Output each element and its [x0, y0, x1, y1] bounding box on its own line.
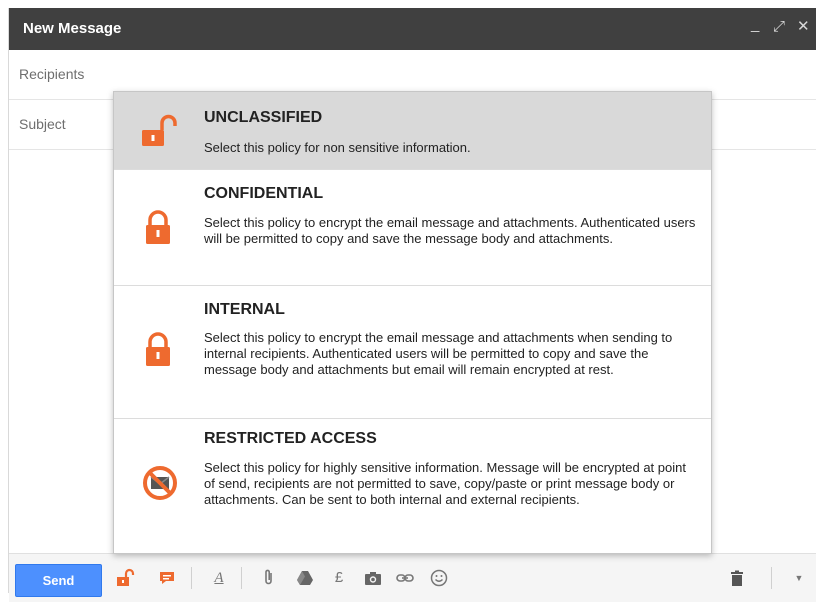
toolbar-separator	[191, 567, 192, 589]
unlock-icon[interactable]	[115, 568, 135, 588]
close-icon[interactable]: ✕	[797, 18, 810, 36]
recipients-placeholder: Recipients	[19, 66, 85, 82]
compose-titlebar: New Message _ ⤢ ✕	[9, 8, 816, 50]
link-icon[interactable]	[395, 568, 415, 588]
compose-toolbar: Send A £ ▼	[9, 553, 816, 602]
expand-icon[interactable]: ⤢	[773, 18, 785, 36]
compose-title: New Message	[23, 20, 122, 37]
toolbar-separator	[771, 567, 772, 589]
emoji-icon[interactable]	[429, 568, 449, 588]
attachment-icon[interactable]	[259, 568, 279, 588]
policy-description: Select this policy to encrypt the email …	[204, 215, 696, 246]
send-button[interactable]: Send	[15, 564, 102, 597]
policy-option-internal[interactable]: INTERNAL Select this policy to encrypt t…	[114, 286, 711, 419]
policy-description: Select this policy for highly sensitive …	[204, 460, 686, 507]
policy-option-unclassified[interactable]: UNCLASSIFIED Select this policy for non …	[114, 92, 711, 170]
pound-icon[interactable]: £	[329, 568, 349, 588]
comment-icon[interactable]	[157, 568, 177, 588]
more-options-icon[interactable]: ▼	[789, 568, 809, 588]
policy-name: INTERNAL	[204, 301, 285, 318]
subject-placeholder: Subject	[19, 116, 66, 132]
policy-description: Select this policy for non sensitive inf…	[204, 140, 471, 155]
camera-icon[interactable]	[363, 568, 383, 588]
policy-name: UNCLASSIFIED	[204, 109, 323, 126]
policy-option-restricted-access[interactable]: RESTRICTED ACCESS Select this policy for…	[114, 419, 711, 553]
no-email-icon	[142, 465, 177, 505]
lock-icon	[142, 208, 174, 248]
policy-name: RESTRICTED ACCESS	[204, 430, 377, 447]
trash-icon[interactable]	[727, 568, 747, 588]
minimize-icon[interactable]: _	[751, 16, 759, 34]
text-format-icon[interactable]: A	[209, 568, 229, 588]
unlock-icon	[142, 112, 177, 152]
policy-dropdown: UNCLASSIFIED Select this policy for non …	[113, 91, 712, 554]
policy-name: CONFIDENTIAL	[204, 185, 324, 202]
policy-description: Select this policy to encrypt the email …	[204, 330, 673, 377]
policy-option-confidential[interactable]: CONFIDENTIAL Select this policy to encry…	[114, 170, 711, 286]
drive-icon[interactable]	[295, 568, 315, 588]
lock-icon	[142, 330, 174, 370]
toolbar-separator	[241, 567, 242, 589]
